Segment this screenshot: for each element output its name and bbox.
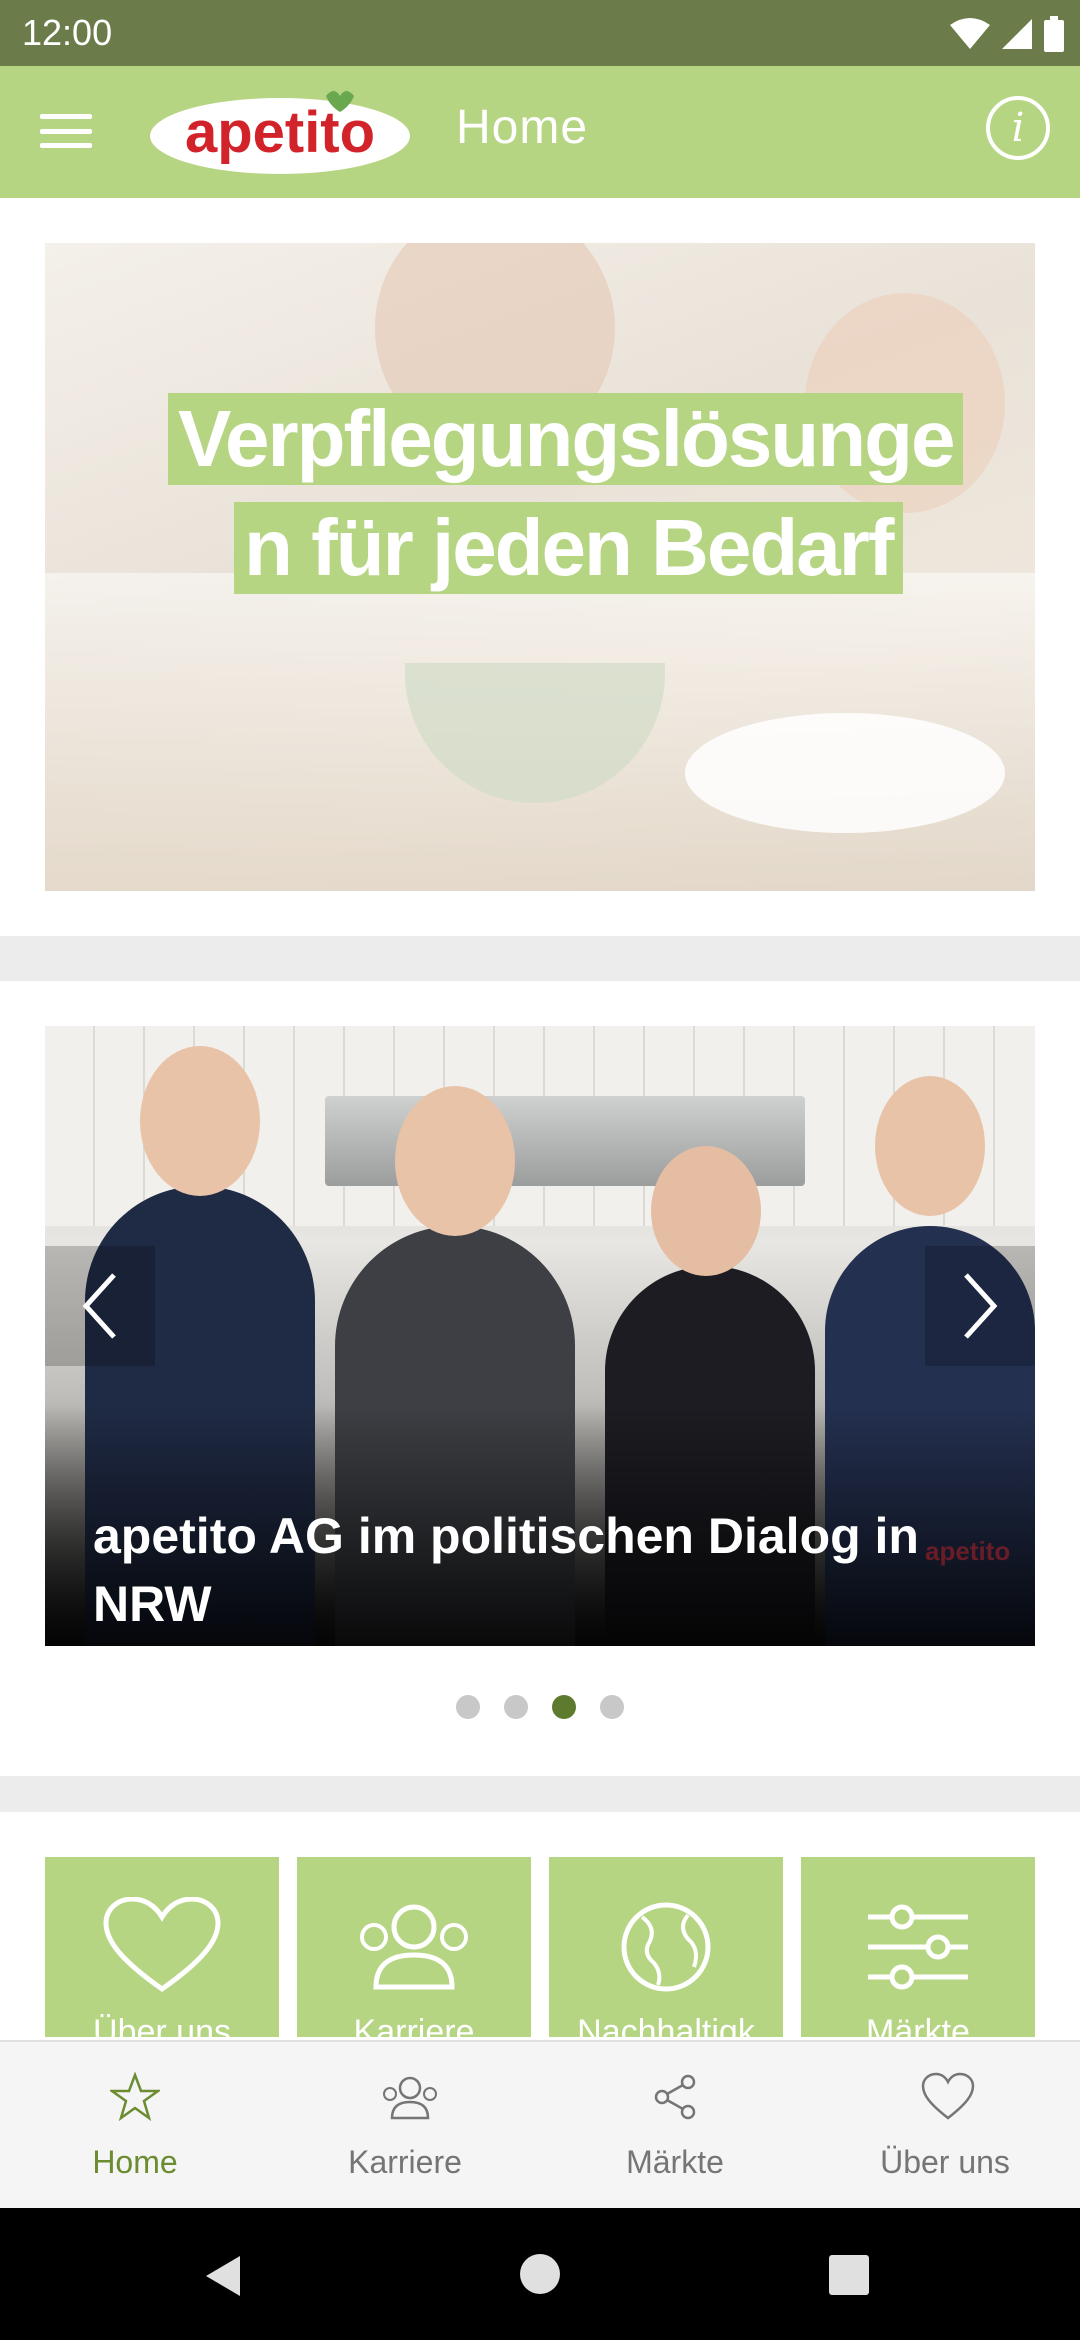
news-photo-head-2	[395, 1086, 515, 1236]
bottom-navigation: Home Karriere Märkte Über uns	[0, 2040, 1080, 2208]
tile-maerkte[interactable]: Märkte	[801, 1857, 1035, 2037]
home-circle-icon[interactable]	[518, 2252, 562, 2296]
tile-ueber-uns[interactable]: Über uns	[45, 1857, 279, 2037]
menu-bar	[40, 143, 92, 148]
nav-home[interactable]: Home	[0, 2042, 270, 2210]
team-icon	[383, 2076, 437, 2120]
hero-title-line-2: n für jeden Bedarf	[234, 502, 903, 594]
team-icon	[360, 1904, 468, 1990]
nav-label: Karriere	[348, 2144, 462, 2180]
info-icon[interactable]: i	[986, 96, 1050, 160]
hero-photo-plate	[685, 713, 1005, 833]
status-icons	[950, 14, 1064, 54]
hero-title-line-1: Verpflegungslösunge	[168, 393, 964, 485]
sliders-icon	[868, 1904, 968, 1990]
nav-karriere[interactable]: Karriere	[270, 2042, 540, 2210]
heart-icon	[103, 1897, 221, 1993]
apetito-logo[interactable]: apetito	[148, 86, 412, 178]
heart-icon	[921, 2072, 975, 2120]
menu-bar	[40, 114, 92, 119]
tile-label: Karriere	[353, 2013, 475, 2037]
news-photo-head-4	[875, 1076, 985, 1216]
status-time: 12:00	[22, 12, 113, 53]
chevron-left-icon	[82, 1273, 116, 1339]
battery-icon	[1044, 16, 1064, 52]
menu-button[interactable]	[40, 108, 92, 154]
page-title: Home	[456, 101, 589, 154]
pager-dot-active[interactable]	[552, 1695, 576, 1719]
back-icon[interactable]	[200, 2252, 248, 2300]
tile-nachhaltigkeit[interactable]: Nachhaltigk	[549, 1857, 783, 2037]
section-divider	[0, 1776, 1080, 1812]
share-icon	[654, 2074, 696, 2120]
news-caption: apetito AG im politischen Dialog in NRW	[93, 1508, 919, 1632]
menu-bar	[40, 128, 92, 134]
carousel-pager	[0, 1695, 1080, 1719]
news-photo-head-3	[651, 1146, 761, 1276]
pager-dot[interactable]	[504, 1695, 528, 1719]
tile-karriere[interactable]: Karriere	[297, 1857, 531, 2037]
carousel-prev-button[interactable]	[45, 1246, 155, 1366]
nav-label: Home	[92, 2144, 178, 2180]
hero-banner[interactable]: Verpflegungslösunge n für jeden Bedarf	[45, 243, 1035, 891]
section-divider	[0, 936, 1080, 981]
system-navigation-bar	[0, 2208, 1080, 2340]
signal-icon	[1002, 19, 1032, 49]
news-carousel[interactable]: apetito apetito AG im politischen Dialog…	[45, 1026, 1035, 1646]
svg-text:apetito: apetito	[185, 100, 375, 165]
star-icon	[110, 2072, 160, 2122]
globe-icon	[621, 1902, 711, 1992]
nav-ueber-uns[interactable]: Über uns	[810, 2042, 1080, 2210]
recents-icon[interactable]	[828, 2254, 870, 2296]
tile-label: Nachhaltigk	[577, 2013, 755, 2037]
carousel-next-button[interactable]	[925, 1246, 1035, 1366]
tile-label: Über uns	[93, 2013, 231, 2037]
status-bar: 12:00	[0, 0, 1080, 66]
pager-dot[interactable]	[456, 1695, 480, 1719]
chevron-right-icon	[964, 1273, 998, 1339]
tile-label: Märkte	[866, 2013, 970, 2037]
nav-maerkte[interactable]: Märkte	[540, 2042, 810, 2210]
nav-label: Über uns	[880, 2144, 1010, 2180]
nav-label: Märkte	[626, 2144, 724, 2180]
news-photo-head-1	[140, 1046, 260, 1196]
pager-dot[interactable]	[600, 1695, 624, 1719]
wifi-icon	[950, 18, 990, 49]
